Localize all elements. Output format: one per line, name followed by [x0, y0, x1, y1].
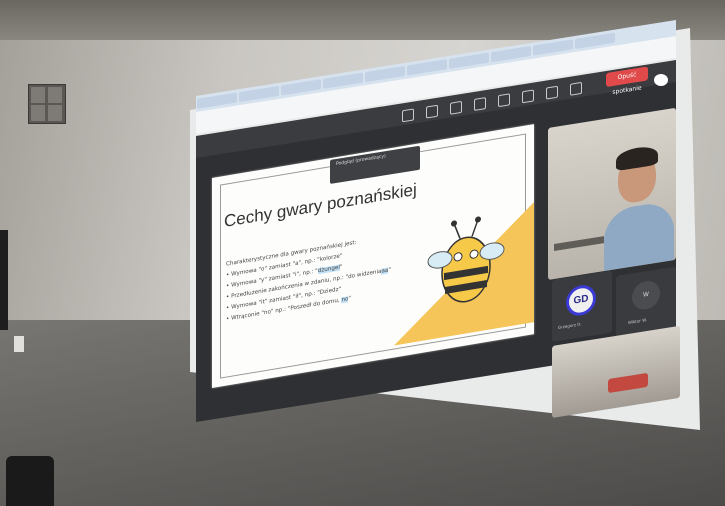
bee-illustration [427, 216, 505, 303]
backpack [6, 456, 54, 506]
participant-name-label [554, 236, 604, 252]
participant-name: Wiktor W. [628, 317, 647, 326]
highlight: dżungel [317, 264, 340, 275]
participant-tile-gd[interactable]: GD Grzegorz D. [552, 270, 612, 342]
share-icon[interactable] [570, 81, 582, 96]
avatar: GD [566, 283, 596, 318]
mic-icon[interactable] [546, 85, 558, 100]
participant-name: Grzegorz D. [558, 321, 582, 331]
hand-raise-icon[interactable] [654, 74, 668, 86]
reactions-icon[interactable] [450, 100, 462, 115]
room-object [608, 372, 648, 394]
people-icon[interactable] [474, 97, 486, 111]
camera-icon[interactable] [522, 89, 534, 104]
more-icon[interactable] [498, 93, 510, 108]
hand-icon[interactable] [426, 104, 438, 119]
participant-video-tile[interactable] [548, 107, 676, 280]
leave-button[interactable]: Opuść spotkanie [606, 66, 648, 96]
chat-icon[interactable] [402, 108, 414, 123]
avatar: W [632, 279, 660, 312]
person [604, 200, 674, 272]
